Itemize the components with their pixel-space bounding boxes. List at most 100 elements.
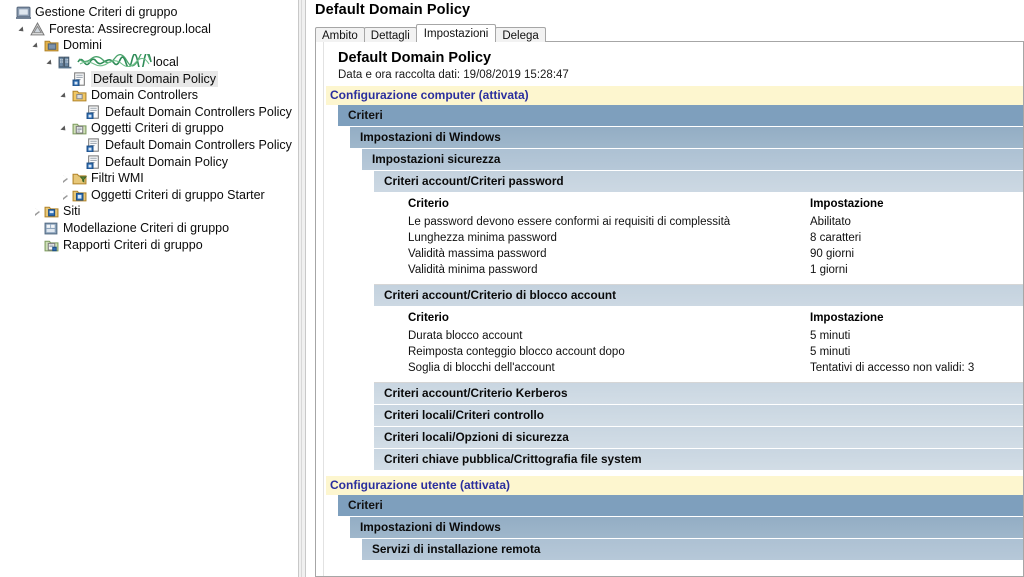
tree-item-filtri-wmi[interactable]: Filtri WMI (0, 170, 298, 187)
section-collapsed-1[interactable]: Criteri locali/Criteri controllo (374, 404, 1023, 426)
section-label: Criteri (348, 108, 383, 122)
sites-icon (43, 203, 60, 219)
table-row: Validità minima password 1 giorni (374, 262, 1023, 278)
chevron-down-icon[interactable] (32, 37, 43, 53)
user-configuration-label: Configurazione utente (attivata) (330, 478, 511, 492)
table-row: Durata blocco account 5 minuti (374, 328, 1023, 344)
section-windows-settings-computer[interactable]: Impostazioni di Windows (350, 126, 1023, 148)
tree-item-domain-controllers[interactable]: Domain Controllers (0, 87, 298, 104)
section-windows-settings-user[interactable]: Impostazioni di Windows (350, 516, 1023, 538)
table-header-row: Criterio Impostazione (374, 196, 1023, 214)
lockout-policy-rows: Durata blocco account 5 minuti Reimposta c… (374, 328, 1023, 376)
settings-report-frame[interactable]: Default Domain Policy Data e ora raccolt… (315, 42, 1024, 577)
lockout-policy-table: Criterio Impostazione Durata blocco acco… (374, 306, 1023, 383)
details-tabs[interactable]: Ambito Dettagli Impostazioni Delega (306, 22, 1024, 43)
tree-item-rapporti-criteri-di-gruppo[interactable]: Rapporti Criteri di gruppo (0, 236, 298, 253)
tree-item-label: Domini (63, 38, 102, 53)
section-label: Criteri (348, 498, 383, 512)
chevron-down-icon[interactable] (60, 87, 71, 103)
user-configuration-content: Criteri Impostazioni di Windows Servizi … (338, 495, 1023, 560)
section-lockout-policy[interactable]: Criteri account/Criterio di blocco accou… (374, 285, 1023, 306)
tree-item-label: Rapporti Criteri di gruppo (63, 237, 203, 252)
tree-item-modellazione-criteri-di-gruppo[interactable]: Modellazione Criteri di gruppo (0, 220, 298, 237)
tree-item-label: Modellazione Criteri di gruppo (63, 221, 230, 236)
collapsed-sections: Criteri account/Criterio Kerberos Criteri… (338, 383, 1023, 470)
tree-item-siti[interactable]: Siti (0, 203, 298, 220)
policy-setting: Tentativi di accesso non validi: 3 (810, 362, 975, 374)
section-criteri-computer[interactable]: Criteri (338, 105, 1023, 126)
starter-gpo-icon (71, 187, 88, 203)
gpo-folder-icon (71, 120, 88, 136)
tab-dettagli[interactable]: Dettagli (363, 27, 417, 42)
computer-configuration-content: Criteri Impostazioni di Windows Impostaz… (338, 105, 1023, 470)
section-label: Servizi di installazione remota (372, 542, 541, 556)
gpmc-tree-pane[interactable]: Gestione Criteri di gruppo Foresta: Assir… (0, 0, 298, 577)
table-row: Lunghezza minima password 8 caratteri (374, 230, 1023, 246)
tree-item-default-domain-policy[interactable]: Default Domain Policy (0, 70, 298, 87)
tree-item-label: Filtri WMI (91, 171, 144, 186)
tab-delega[interactable]: Delega (495, 27, 546, 42)
chevron-down-icon[interactable] (18, 21, 29, 37)
tree-item-label: Gestione Criteri di gruppo (35, 5, 178, 20)
tree-item-oggetti-criteri-di-gruppo-starter[interactable]: Oggetti Criteri di gruppo Starter (0, 187, 298, 204)
column-header-criterio: Criterio (408, 312, 449, 324)
domains-folder-icon (43, 37, 60, 53)
table-row: Reimposta conteggio blocco account dopo 5… (374, 344, 1023, 360)
tree-item-label: Siti (63, 204, 81, 219)
section-password-policy[interactable]: Criteri account/Criteri password (374, 170, 1023, 192)
gpo-icon (71, 71, 88, 87)
section-collapsed-2[interactable]: Criteri locali/Opzioni di sicurezza (374, 426, 1023, 448)
tree-item-local[interactable]: local (0, 50, 298, 72)
tree-item-label: Default Domain Controllers Policy (105, 138, 292, 153)
chevron-down-icon[interactable] (60, 120, 71, 136)
column-header-criterio: Criterio (408, 198, 449, 210)
settings-report: Default Domain Policy Data e ora raccolt… (323, 42, 1023, 576)
policy-name: Validità minima password (408, 264, 538, 276)
table-row: Le password devono essere conformi ai re… (374, 214, 1023, 230)
policy-tree[interactable]: Gestione Criteri di gruppo Foresta: Assir… (0, 0, 298, 253)
pane-splitter[interactable] (298, 0, 306, 577)
password-policy-table: Criterio Impostazione Le password devono… (374, 192, 1023, 285)
forest-icon (29, 21, 46, 37)
details-pane: Default Domain Policy Ambito Dettagli Impo… (306, 0, 1024, 577)
tree-item-gestione-criteri-di-gruppo[interactable]: Gestione Criteri di gruppo (0, 4, 298, 21)
table-header-row: Criterio Impostazione (374, 310, 1023, 328)
redaction-scribble (77, 50, 152, 72)
tab-ambito[interactable]: Ambito (315, 27, 365, 42)
chevron-down-icon[interactable] (46, 54, 57, 70)
tree-item-default-domain-controllers-policy[interactable]: Default Domain Controllers Policy (0, 104, 298, 121)
tree-item-domini[interactable]: Domini (0, 37, 298, 54)
section-collapsed-0[interactable]: Criteri account/Criterio Kerberos (374, 383, 1023, 404)
tree-item-label: Foresta: Assirecregroup.local (49, 21, 211, 36)
policy-name: Soglia di blocchi dell'account (408, 362, 555, 374)
column-header-impostazione: Impostazione (810, 312, 884, 324)
chevron-right-icon[interactable] (60, 187, 71, 203)
section-label: Criteri account/Criteri password (384, 174, 564, 188)
user-configuration-band[interactable]: Configurazione utente (attivata) (326, 476, 1023, 495)
chevron-right-icon[interactable] (60, 170, 71, 186)
computer-configuration-band[interactable]: Configurazione computer (attivata) (326, 86, 1023, 105)
chevron-right-icon[interactable] (32, 203, 43, 219)
gpmc-window: Gestione Criteri di gruppo Foresta: Assir… (0, 0, 1024, 577)
tree-item-foresta-assirecregroup-local[interactable]: Foresta: Assirecregroup.local (0, 21, 298, 38)
section-remote-installation-services[interactable]: Servizi di installazione remota (362, 538, 1023, 560)
console-root-icon (15, 4, 32, 20)
page-title: Default Domain Policy (315, 2, 471, 18)
tree-item-oggetti-criteri-di-gruppo[interactable]: Oggetti Criteri di gruppo (0, 120, 298, 137)
tab-impostazioni[interactable]: Impostazioni (415, 24, 497, 43)
section-collapsed-3[interactable]: Criteri chiave pubblica/Crittografia fil… (374, 448, 1023, 470)
tree-item-label: Default Domain Policy (91, 70, 218, 87)
password-policy-rows: Le password devono essere conformi ai re… (374, 214, 1023, 278)
tree-item-default-domain-controllers-policy[interactable]: Default Domain Controllers Policy (0, 137, 298, 154)
policy-setting: 8 caratteri (810, 232, 862, 244)
section-criteri-user[interactable]: Criteri (338, 495, 1023, 516)
tree-item-default-domain-policy[interactable]: Default Domain Policy (0, 153, 298, 170)
section-security-settings[interactable]: Impostazioni sicurezza (362, 148, 1023, 170)
computer-configuration-label: Configurazione computer (attivata) (330, 88, 529, 102)
